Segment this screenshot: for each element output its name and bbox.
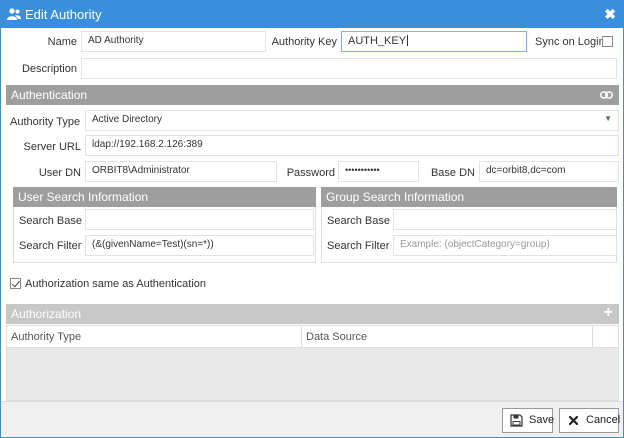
dialog-body: Name AD Authority Authority Key AUTH_KEY… <box>1 28 623 401</box>
name-label: Name <box>47 36 77 48</box>
authorization-same-label: Authorization same as Authentication <box>25 278 207 290</box>
authority-type-label: Authority Type <box>10 116 81 128</box>
link-icon[interactable] <box>600 91 613 99</box>
user-search-header: User Search Information <box>13 187 316 207</box>
authority-type-value: Active Directory <box>92 114 163 125</box>
text-cursor <box>407 35 409 46</box>
user-search-base-field[interactable] <box>85 209 314 230</box>
dialog-title: Edit Authority <box>25 7 102 22</box>
authorization-title: Authorization <box>11 307 82 321</box>
group-search-header: Group Search Information <box>321 187 617 207</box>
base-dn-label: Base DN <box>430 167 475 179</box>
password-label: Password <box>286 167 335 179</box>
floppy-disk-icon <box>510 414 523 427</box>
description-label: Description <box>21 63 77 75</box>
authority-key-label: Authority Key <box>271 36 337 48</box>
close-icon[interactable]: ✖ <box>604 6 616 23</box>
column-data-source[interactable]: Data Source <box>306 331 367 343</box>
user-search-filter-field[interactable]: (&(givenName=Test)(sn=*)) <box>85 235 314 256</box>
server-url-label: Server URL <box>23 141 81 153</box>
sync-on-login-checkbox[interactable] <box>602 36 613 47</box>
cancel-button[interactable]: Cancel <box>559 408 621 433</box>
authentication-title: Authentication <box>11 88 88 102</box>
titlebar: Edit Authority ✖ <box>1 1 623 28</box>
name-field[interactable]: AD Authority <box>81 31 266 52</box>
edit-authority-dialog: Edit Authority ✖ Name AD Authority Autho… <box>0 0 624 438</box>
user-search-filter-label: Search Filter <box>19 240 82 252</box>
user-dn-label: User DN <box>38 167 81 179</box>
password-field[interactable]: ••••••••••• <box>338 161 419 182</box>
authority-key-field[interactable]: AUTH_KEY <box>341 31 527 52</box>
cancel-label: Cancel <box>586 414 621 426</box>
group-search-base-label: Search Base <box>327 215 390 227</box>
authorization-header: Authorization + <box>6 304 619 324</box>
save-button[interactable]: Save <box>502 408 555 433</box>
authorization-grid: Authority Type Data Source <box>6 325 619 401</box>
group-search-filter-field[interactable]: Example: (objectCategory=group) <box>393 235 617 256</box>
add-icon[interactable]: + <box>604 304 613 322</box>
column-authority-type[interactable]: Authority Type <box>11 331 81 343</box>
server-url-field[interactable]: ldap://192.168.2.126:389 <box>85 135 619 156</box>
dialog-footer: Save Cancel <box>1 401 623 437</box>
users-icon <box>7 8 21 20</box>
group-search-base-field[interactable] <box>393 209 617 230</box>
authentication-header: Authentication <box>6 85 619 105</box>
sync-on-login-label: Sync on Login <box>535 36 605 48</box>
chevron-down-icon: ▼ <box>604 114 612 123</box>
close-icon <box>568 415 579 426</box>
user-search-base-label: Search Base <box>19 215 82 227</box>
group-search-filter-label: Search Filter <box>327 240 390 252</box>
grid-header: Authority Type Data Source <box>7 326 618 348</box>
authority-key-value: AUTH_KEY <box>348 35 407 47</box>
user-dn-field[interactable]: ORBIT8\Administrator <box>85 161 277 182</box>
column-divider <box>592 326 593 348</box>
authority-type-select[interactable]: Active Directory ▼ <box>85 110 619 131</box>
base-dn-field[interactable]: dc=orbit8,dc=com <box>479 161 619 182</box>
save-label: Save <box>529 414 555 426</box>
authorization-same-checkbox[interactable] <box>10 278 21 289</box>
description-field[interactable] <box>81 58 617 79</box>
column-divider <box>301 326 302 348</box>
